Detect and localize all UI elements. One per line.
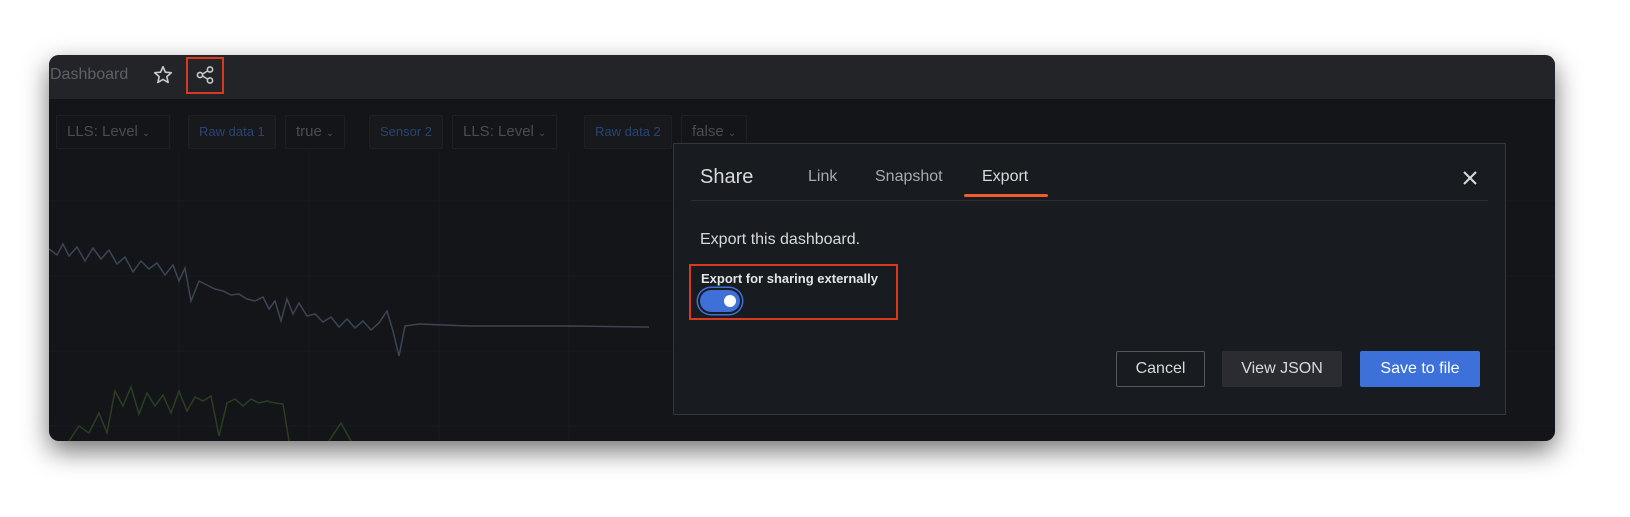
cancel-button[interactable]: Cancel	[1116, 351, 1205, 387]
tab-snapshot[interactable]: Snapshot	[875, 168, 943, 186]
tab-export[interactable]: Export	[982, 168, 1028, 186]
toggle-knob	[724, 295, 736, 307]
breadcrumb[interactable]: Dashboard	[50, 66, 128, 84]
close-icon[interactable]	[1462, 170, 1478, 186]
save-to-file-button[interactable]: Save to file	[1360, 351, 1480, 387]
active-tab-indicator	[964, 194, 1048, 197]
star-icon[interactable]	[152, 64, 174, 86]
view-json-button[interactable]: View JSON	[1222, 351, 1342, 387]
export-description: Export this dashboard.	[700, 231, 861, 248]
modal-divider	[691, 200, 1488, 201]
modal-title: Share	[700, 166, 754, 188]
export-externally-field: Export for sharing externally	[689, 264, 898, 320]
toggle-label: Export for sharing externally	[701, 271, 878, 286]
share-button[interactable]	[186, 57, 224, 94]
share-modal: Share Link Snapshot Export Export this d…	[673, 143, 1506, 415]
dashboard-window: Dashboard LLS: Level ⌄ Raw data 1 true ⌄ S…	[49, 55, 1555, 441]
tab-link[interactable]: Link	[808, 168, 837, 186]
top-bar: Dashboard	[49, 55, 1555, 99]
share-icon	[196, 66, 214, 84]
export-externally-toggle[interactable]	[700, 290, 740, 312]
